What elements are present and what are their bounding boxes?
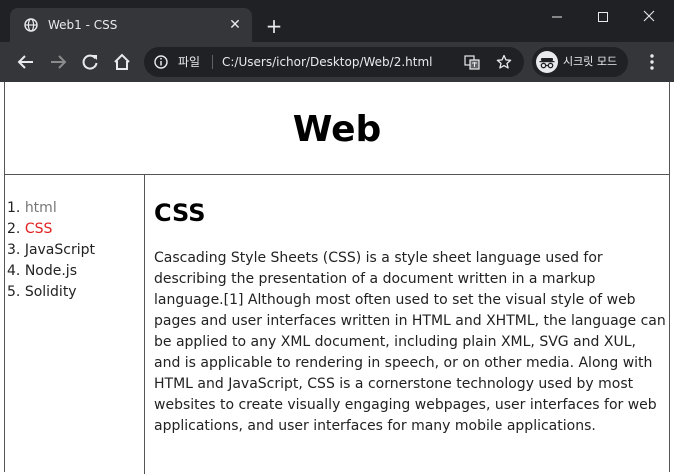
nav-number: 1. xyxy=(7,200,21,216)
page-viewport: Web 1. html 2. CSS 3. JavaScript 4. Node… xyxy=(0,82,674,474)
nav-list: 1. html 2. CSS 3. JavaScript 4. Node.js … xyxy=(7,198,95,303)
nav-number: 5. xyxy=(7,284,21,300)
nav-link-javascript[interactable]: JavaScript xyxy=(25,242,95,258)
article-body: Cascading Style Sheets (CSS) is a style … xyxy=(154,250,666,434)
close-window-icon[interactable] xyxy=(626,6,672,28)
incognito-icon xyxy=(536,51,558,73)
sidebar-divider xyxy=(144,174,145,474)
incognito-indicator[interactable]: 시크릿 모드 xyxy=(532,47,628,77)
forward-arrow-icon[interactable] xyxy=(48,52,68,72)
address-bar[interactable]: 파일 C:/Users/ichor/Desktop/Web/2.html xyxy=(144,47,524,77)
url-text[interactable]: C:/Users/ichor/Desktop/Web/2.html xyxy=(222,54,433,70)
nav-item-css: 2. CSS xyxy=(7,219,95,240)
page-title[interactable]: Web xyxy=(4,108,670,152)
browser-tab[interactable]: Web1 - CSS ✕ xyxy=(10,8,252,42)
address-separator xyxy=(212,55,213,69)
nav-item-solidity: 5. Solidity xyxy=(7,282,95,303)
globe-icon xyxy=(24,18,38,32)
reload-icon[interactable] xyxy=(80,52,100,72)
bookmark-star-icon[interactable] xyxy=(496,54,512,70)
nav-link-html[interactable]: html xyxy=(25,200,57,216)
nav-link-nodejs[interactable]: Node.js xyxy=(25,263,77,279)
file-scheme-label: 파일 xyxy=(178,55,201,69)
header-divider xyxy=(4,174,670,175)
nav-link-solidity[interactable]: Solidity xyxy=(25,284,77,300)
nav-number: 2. xyxy=(7,221,21,237)
nav-link-css[interactable]: CSS xyxy=(25,221,53,237)
minimize-icon[interactable] xyxy=(534,6,580,28)
maximize-icon[interactable] xyxy=(580,6,626,28)
tab-title: Web1 - CSS xyxy=(48,18,118,32)
more-menu-icon[interactable] xyxy=(644,52,660,72)
home-icon[interactable] xyxy=(112,52,132,72)
nav-item-html: 1. html xyxy=(7,198,95,219)
nav-item-javascript: 3. JavaScript xyxy=(7,240,95,261)
translate-icon[interactable] xyxy=(464,54,480,70)
close-tab-icon[interactable]: ✕ xyxy=(228,18,242,32)
nav-number: 3. xyxy=(7,242,21,258)
article-title: CSS xyxy=(154,199,206,227)
info-icon[interactable] xyxy=(154,55,168,69)
incognito-label: 시크릿 모드 xyxy=(563,55,618,68)
tab-strip: Web1 - CSS ✕ + xyxy=(0,0,674,42)
nav-number: 4. xyxy=(7,263,21,279)
back-arrow-icon[interactable] xyxy=(16,52,36,72)
new-tab-icon[interactable]: + xyxy=(264,16,284,36)
nav-item-nodejs: 4. Node.js xyxy=(7,261,95,282)
browser-toolbar: 파일 C:/Users/ichor/Desktop/Web/2.html 시크릿… xyxy=(0,42,674,82)
